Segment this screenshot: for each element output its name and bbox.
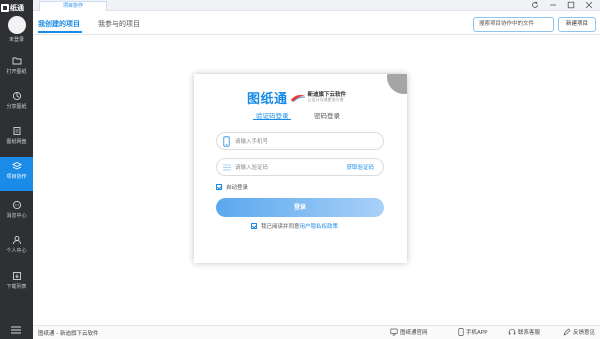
- close-dialog-button[interactable]: ×: [387, 74, 407, 94]
- menu-icon[interactable]: [10, 325, 22, 337]
- avatar[interactable]: [7, 16, 26, 34]
- phone-field[interactable]: [216, 132, 384, 150]
- footer-item-label: 反馈意见: [573, 330, 596, 336]
- sidebar-item-open-drawing[interactable]: 打开图纸: [0, 52, 33, 86]
- code-icon: [223, 164, 232, 171]
- auto-login-label: 自动登录: [226, 185, 249, 191]
- tab-password-login[interactable]: 密码登录: [314, 110, 340, 120]
- footer-item-label: 图纸通官网: [400, 330, 428, 336]
- brand-subtitle: 新迪旗下云软件 让设计沟通更加方便: [308, 92, 347, 102]
- tab-my-joined-projects[interactable]: 我参与的项目: [98, 19, 140, 29]
- app-logo: 纸通: [1, 2, 33, 13]
- sidebar-item-project-collab[interactable]: 项目协作: [0, 157, 33, 191]
- cloud-disk-icon: [13, 127, 20, 135]
- layers-icon: [11, 161, 22, 170]
- swoosh-logo-icon: [290, 94, 305, 102]
- sidebar-item-label: 打开图纸: [6, 69, 27, 75]
- login-status-label: 未登录: [8, 37, 24, 43]
- tab-my-created-projects[interactable]: 我创建的项目: [38, 19, 80, 29]
- phone-input[interactable]: [235, 136, 335, 147]
- refresh-icon[interactable]: [528, 0, 541, 10]
- brand-slogan: 让设计沟通更加方便: [307, 97, 344, 103]
- maximize-icon[interactable]: [564, 0, 577, 10]
- logo-text: 纸通: [10, 3, 24, 12]
- share-icon: [12, 91, 21, 101]
- user-icon: [12, 235, 21, 245]
- sidebar-item-label: 项目协作: [6, 174, 27, 180]
- sidebar-item-label: 图纸网盘: [6, 139, 27, 145]
- code-input[interactable]: [235, 162, 335, 173]
- footer-item-label: 手机APP: [466, 330, 488, 336]
- sidebar-item-label: 分享图纸: [6, 104, 27, 110]
- monitor-icon: [390, 328, 398, 336]
- close-window-icon[interactable]: [582, 0, 595, 10]
- chat-icon: [12, 200, 21, 210]
- mobile-app-link[interactable]: 手机APP: [458, 328, 487, 336]
- mobile-icon: [458, 328, 464, 336]
- edit-icon: [563, 328, 571, 336]
- sidebar-item-share-drawing[interactable]: 分享图纸: [0, 87, 33, 121]
- phone-icon: [223, 136, 230, 147]
- sidebar-item-label: 消息中心: [6, 213, 27, 219]
- app-window: 纸通 未登录 打开图纸 分享图纸 图纸网盘 项目协作 消息中心 个人中心 下载列…: [0, 0, 600, 339]
- agree-text: 我已阅读并同意用户隐私权政策: [261, 222, 338, 230]
- login-tab-underline: [253, 119, 291, 120]
- official-site-link[interactable]: 图纸通官网: [390, 328, 428, 336]
- get-code-link[interactable]: 获取验证码: [346, 163, 374, 171]
- auto-login-checkbox[interactable]: [216, 184, 222, 190]
- title-bar: 项目协作: [33, 0, 600, 11]
- window-tab-project-collab[interactable]: 项目协作: [39, 1, 107, 11]
- brand-name: 图纸通: [247, 92, 288, 107]
- verification-code-field[interactable]: 获取验证码: [216, 158, 384, 176]
- agree-prefix: 我已阅读并同意: [261, 224, 300, 230]
- sidebar-item-label: 个人中心: [6, 248, 27, 254]
- sidebar-item-messages[interactable]: 消息中心: [0, 196, 33, 230]
- header-divider: [33, 34, 600, 35]
- footer-item-label: 联系客服: [518, 330, 541, 336]
- sidebar: 纸通 未登录 打开图纸 分享图纸 图纸网盘 项目协作 消息中心 个人中心 下载列…: [0, 0, 33, 339]
- sidebar-item-personal-center[interactable]: 个人中心: [0, 231, 33, 265]
- status-bar: 图纸通 - 新迪旗下云软件 图纸通官网 手机APP 联系客服 反馈意见: [33, 325, 600, 339]
- minimize-icon[interactable]: [546, 0, 559, 10]
- feedback-link[interactable]: 反馈意见: [563, 328, 595, 336]
- active-tab-underline: [38, 31, 82, 33]
- logo-mark-icon: [1, 3, 9, 12]
- brand-logo: 图纸通 新迪旗下云软件 让设计沟通更加方便: [247, 88, 346, 107]
- sidebar-item-label: 下载列表: [6, 284, 27, 290]
- footer-brand-text: 图纸通 - 新迪旗下云软件: [38, 331, 99, 337]
- agree-checkbox[interactable]: [251, 223, 257, 229]
- login-dialog: × 图纸通 新迪旗下云软件 让设计沟通更加方便 验证码登录 密码登录 获取验证码…: [194, 74, 407, 263]
- download-list-icon: [12, 272, 21, 280]
- customer-service-link[interactable]: 联系客服: [508, 328, 540, 336]
- search-input[interactable]: 搜索项目协作中的文件: [473, 17, 554, 32]
- headset-icon: [508, 328, 516, 335]
- privacy-policy-link[interactable]: 用户隐私权政策: [300, 224, 339, 230]
- folder-icon: [12, 57, 21, 65]
- user-avatar-area[interactable]: 未登录: [0, 16, 33, 43]
- sidebar-item-cloud-disk[interactable]: 图纸网盘: [0, 122, 33, 156]
- sidebar-item-download-list[interactable]: 下载列表: [0, 267, 33, 301]
- new-project-button[interactable]: 新建项目: [558, 17, 596, 32]
- login-button[interactable]: 登录: [216, 198, 384, 217]
